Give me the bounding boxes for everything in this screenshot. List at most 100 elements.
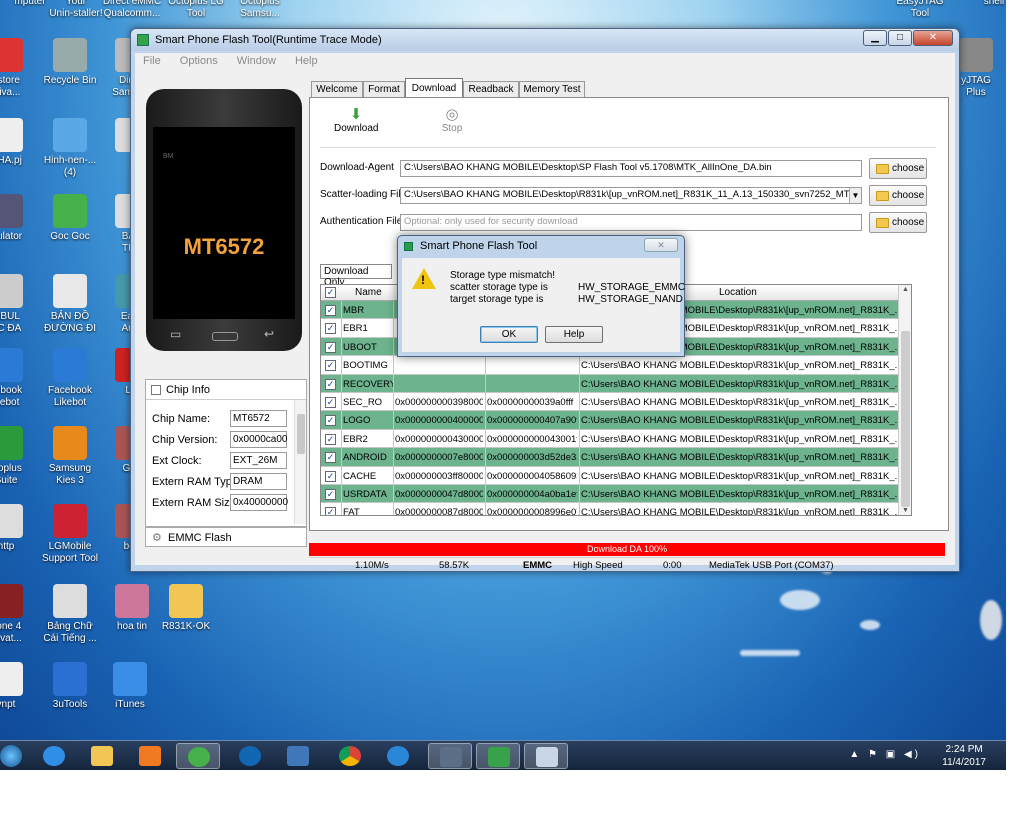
system-tray[interactable]: ▲ ⚑ ▣ ◀) (849, 749, 921, 760)
taskbar-flashtool[interactable] (476, 743, 520, 769)
row-checkbox[interactable]: ✓ (325, 341, 336, 353)
menu-options[interactable]: Options (172, 53, 226, 67)
maximize-button[interactable]: □ (888, 30, 912, 46)
tab-format[interactable]: Format (363, 81, 405, 97)
menu-help[interactable]: Help (287, 53, 326, 67)
row-checkbox[interactable]: ✓ (325, 360, 336, 372)
progress-bar: Download DA 100% (309, 543, 945, 556)
table-row[interactable]: ✓ USRDATA 0x0000000047d80000 0x000000004a0b… (321, 485, 899, 504)
table-row[interactable]: ✓ CACHE 0x000000003ff80000 0x00000000405860… (321, 466, 899, 485)
table-row[interactable]: ✓ BOOTIMG C:\Users\BAO KHANG MOBILE\Deskto… (321, 356, 899, 375)
desktop-icon-label[interactable]: Octoplus Samsu... (224, 0, 296, 20)
tab-memory-test[interactable]: Memory Test (519, 81, 585, 97)
chip-key: Extern RAM Type: (152, 476, 242, 488)
col-location[interactable]: Location (719, 287, 757, 298)
windows-logo-icon (0, 745, 22, 767)
dialog-close-button[interactable]: ✕ (644, 238, 678, 252)
tab-welcome[interactable]: Welcome (311, 81, 363, 97)
dialog-line1-key: scatter storage type is (450, 282, 548, 293)
scroll-thumb[interactable] (297, 414, 305, 454)
taskbar-app4[interactable] (524, 743, 568, 769)
row-checkbox[interactable]: ✓ (325, 323, 336, 335)
close-button[interactable]: ✕ (913, 30, 953, 46)
table-row[interactable]: ✓ FAT 0x0000000087d80000 0x0000000008996e07… (321, 503, 899, 516)
flash-tool-icon (488, 747, 510, 767)
chip-icon (151, 385, 161, 395)
column-divider (485, 429, 486, 448)
desktop-icon-label[interactable]: EasyJTAG Tool (884, 0, 956, 20)
select-all-checkbox[interactable]: ✓ (325, 287, 336, 298)
row-checkbox[interactable]: ✓ (325, 507, 336, 515)
choose-auth-button[interactable]: choose (869, 212, 927, 233)
app-icon (959, 38, 993, 72)
row-checkbox[interactable]: ✓ (325, 397, 336, 408)
table-row[interactable]: ✓ EBR2 0x0000000004300000 0x000000000043001… (321, 429, 899, 449)
tab-readback[interactable]: Readback (463, 81, 519, 97)
ok-button[interactable]: OK (480, 326, 538, 343)
row-checkbox[interactable]: ✓ (325, 415, 336, 427)
choose-label: choose (892, 163, 925, 174)
row-checkbox[interactable]: ✓ (325, 489, 336, 500)
dialog-titlebar[interactable]: Smart Phone Flash Tool ✕ (398, 236, 684, 256)
desktop-icon-label[interactable]: shell (958, 0, 1006, 8)
row-checkbox[interactable]: ✓ (325, 378, 336, 390)
desktop-icon-label[interactable]: Direct eMMC Qualcomm... (96, 0, 168, 20)
auth-file-field[interactable]: Optional: only used for security downloa… (400, 214, 862, 231)
choose-agent-button[interactable]: choose (869, 158, 927, 179)
water-streak (740, 650, 800, 656)
taskbar-ie[interactable] (32, 743, 76, 769)
taskbar-app2[interactable] (376, 743, 420, 769)
scatter-file-dropdown[interactable]: C:\Users\BAO KHANG MOBILE\Desktop\R831k\… (400, 187, 862, 204)
tab-download[interactable]: Download (405, 78, 463, 98)
start-button[interactable] (0, 743, 26, 769)
column-divider (485, 356, 486, 374)
help-button[interactable]: Help (545, 326, 603, 343)
taskbar-chrome[interactable] (328, 743, 372, 769)
table-scrollbar[interactable]: ▲ ▼ (898, 285, 911, 515)
desktop-icon-label[interactable]: Octoplus LG Tool (160, 0, 232, 20)
download-button[interactable]: ⬇ Download (334, 106, 378, 134)
scroll-thumb[interactable] (901, 331, 910, 507)
taskbar-media[interactable] (128, 743, 172, 769)
row-checkbox[interactable]: ✓ (325, 433, 336, 445)
chevron-down-icon[interactable]: ▼ (849, 188, 861, 203)
scroll-up-icon[interactable]: ▲ (899, 286, 911, 293)
row-checkbox[interactable]: ✓ (325, 452, 336, 464)
table-row[interactable]: ✓ RECOVERY C:\Users\BAO KHANG MOBILE\Deskt… (321, 374, 899, 393)
menu-window[interactable]: Window (229, 53, 284, 67)
begin-address: 0x0000000087d80000 (395, 507, 483, 516)
partition-name: MBR (343, 305, 365, 316)
clock[interactable]: 2:24 PM 11/4/2017 (942, 743, 986, 769)
col-name[interactable]: Name (355, 287, 382, 298)
taskbar-coccoc[interactable] (176, 743, 220, 769)
end-address: 0x000000000043001ff (487, 433, 577, 445)
table-row[interactable]: ✓ LOGO 0x0000000004000000 0x000000000407a90… (321, 411, 899, 430)
taskbar-teamviewer[interactable] (228, 743, 272, 769)
taskbar-explorer[interactable] (80, 743, 124, 769)
scatter-file-value: C:\Users\BAO KHANG MOBILE\Desktop\R831k\… (404, 189, 862, 200)
row-checkbox[interactable]: ✓ (325, 470, 336, 482)
table-row[interactable]: ✓ SEC_RO 0x0000000003980000 0x00000000039a0… (321, 393, 899, 412)
emmc-flash-label: EMMC Flash (168, 532, 232, 544)
scatter-label: Scatter-loading File (320, 189, 407, 200)
download-mode-select[interactable]: Download Only (320, 264, 392, 288)
table-row[interactable]: ✓ ANDROID 0x0000000007e80000 0x000000003d52… (321, 448, 899, 467)
row-checkbox[interactable]: ✓ (325, 305, 336, 316)
minimize-button[interactable]: ▁ (863, 30, 887, 46)
desktop-icon[interactable]: iTunes (94, 662, 166, 711)
location-path: C:\Users\BAO KHANG MOBILE\Desktop\R831k\… (581, 489, 897, 500)
desktop-icon[interactable]: R831K-OK (150, 584, 222, 633)
chip-info-scrollbar[interactable] (294, 400, 306, 524)
window-titlebar[interactable]: Smart Phone Flash Tool(Runtime Trace Mod… (131, 29, 959, 51)
menu-file[interactable]: File (135, 53, 169, 67)
app-icon (0, 348, 23, 382)
choose-scatter-button[interactable]: choose (869, 185, 927, 206)
chip-key: Extern RAM Size: (152, 497, 239, 509)
taskbar-app[interactable] (276, 743, 320, 769)
partition-name: FAT (343, 507, 360, 516)
scroll-down-icon[interactable]: ▼ (899, 507, 911, 514)
download-agent-field[interactable]: C:\Users\BAO KHANG MOBILE\Desktop\SP Fla… (400, 160, 862, 177)
stop-button[interactable]: ◎ Stop (432, 106, 472, 134)
app-icon (115, 584, 149, 618)
taskbar-app3[interactable] (428, 743, 472, 769)
